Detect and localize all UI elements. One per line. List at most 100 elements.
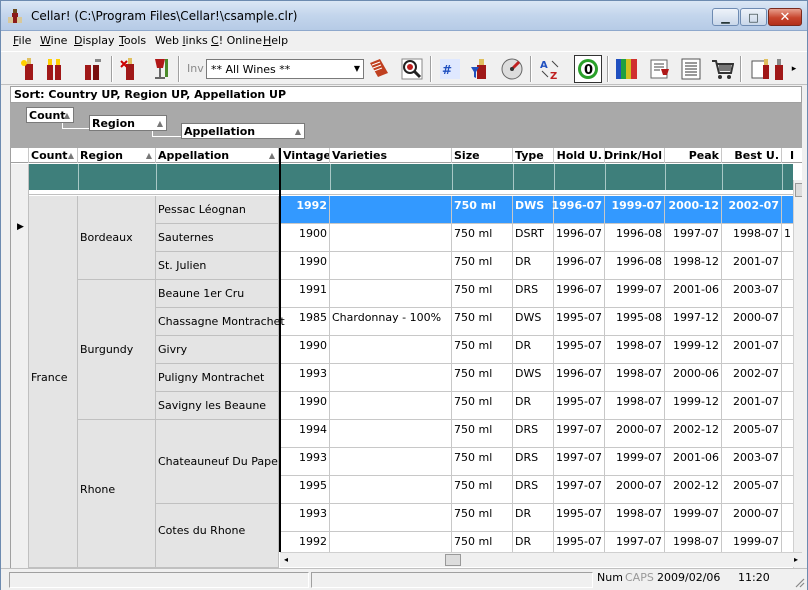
table-row[interactable]: 1990 750 ml DR 1996-07 1996-08 1998-12 2001-07 bbox=[281, 252, 793, 280]
cell-size[interactable]: 750 ml bbox=[452, 308, 513, 336]
column-header-overflow[interactable]: I bbox=[782, 148, 802, 163]
group-cell-country[interactable]: France bbox=[29, 196, 78, 568]
print-list-button[interactable] bbox=[677, 55, 705, 83]
cell-type[interactable]: DR bbox=[513, 504, 554, 532]
table-row-selected[interactable]: 1992 750 ml DWS 1996-07 1999-07 2000-12 2002-0… bbox=[281, 196, 793, 224]
cell-varieties[interactable] bbox=[330, 336, 452, 364]
column-header-best-until[interactable]: Best U. bbox=[722, 148, 782, 163]
cell-drink-hold[interactable]: 1998-07 bbox=[605, 336, 665, 364]
cell-type[interactable]: DRS bbox=[513, 280, 554, 308]
vertical-scroll-thumb[interactable] bbox=[795, 183, 802, 197]
cell-type[interactable]: DR bbox=[513, 252, 554, 280]
menu-c-online[interactable]: C! Online bbox=[211, 34, 262, 47]
cell-drink-hold[interactable]: 1995-08 bbox=[605, 308, 665, 336]
cell-hold-until[interactable]: 1996-07 bbox=[554, 252, 605, 280]
cell-varieties[interactable] bbox=[330, 280, 452, 308]
cell-drink-hold[interactable]: 2000-07 bbox=[605, 420, 665, 448]
group-cell-appellation[interactable]: Savigny les Beaune bbox=[156, 392, 279, 420]
edit-wine-button[interactable] bbox=[79, 55, 107, 83]
table-row[interactable]: 1993 750 ml DWS 1996-07 1998-07 2000-06 2002-0… bbox=[281, 364, 793, 392]
report-button[interactable] bbox=[365, 55, 393, 83]
multi-bottle-button[interactable] bbox=[43, 55, 71, 83]
group-cell-appellation[interactable]: Cotes du Rhone bbox=[156, 504, 279, 568]
tasting-notes-button[interactable] bbox=[645, 55, 673, 83]
resize-grip-icon[interactable] bbox=[793, 576, 805, 588]
cell-varieties[interactable] bbox=[330, 196, 452, 224]
cell-drink-hold[interactable]: 1996-08 bbox=[605, 252, 665, 280]
search-button[interactable] bbox=[398, 55, 426, 83]
cell-size[interactable]: 750 ml bbox=[452, 336, 513, 364]
menu-help[interactable]: Help bbox=[263, 34, 288, 47]
cell-overflow[interactable] bbox=[782, 280, 793, 308]
table-row[interactable]: 1993 750 ml DRS 1997-07 1999-07 2001-06 2003-0… bbox=[281, 448, 793, 476]
cell-size[interactable]: 750 ml bbox=[452, 224, 513, 252]
cell-peak[interactable]: 2000-12 bbox=[665, 196, 722, 224]
cell-best-until[interactable]: 1998-07 bbox=[722, 224, 782, 252]
cell-overflow[interactable] bbox=[782, 364, 793, 392]
cell-vintage[interactable]: 1994 bbox=[281, 420, 330, 448]
cell-vintage[interactable]: 1995 bbox=[281, 476, 330, 504]
group-cell-appellation[interactable]: Sauternes bbox=[156, 224, 279, 252]
table-row[interactable]: 1990 750 ml DR 1995-07 1998-07 1999-12 2001-07 bbox=[281, 336, 793, 364]
maximize-button[interactable]: □ bbox=[740, 8, 767, 26]
cell-size[interactable]: 750 ml bbox=[452, 448, 513, 476]
column-header-hold-until[interactable]: Hold U. bbox=[554, 148, 605, 163]
new-wine-button[interactable] bbox=[15, 55, 43, 83]
cell-hold-until[interactable]: 1995-07 bbox=[554, 392, 605, 420]
group-cell-appellation[interactable]: Givry bbox=[156, 336, 279, 364]
close-button[interactable]: ✕ bbox=[768, 8, 802, 26]
column-header-drink-hold[interactable]: Drink/Hol bbox=[605, 148, 665, 163]
column-header-count[interactable]: Count ▲ bbox=[29, 148, 78, 163]
cell-best-until[interactable]: 2001-07 bbox=[722, 392, 782, 420]
cell-peak[interactable]: 1998-12 bbox=[665, 252, 722, 280]
group-cell-appellation[interactable]: Pessac Léognan bbox=[156, 196, 279, 224]
title-bar[interactable]: Cellar! (C:\Program Files\Cellar!\csampl… bbox=[1, 1, 807, 31]
cell-vintage[interactable]: 1992 bbox=[281, 196, 330, 224]
cell-hold-until[interactable]: 1997-07 bbox=[554, 420, 605, 448]
group-cell-appellation[interactable]: Chassagne Montrachet bbox=[156, 308, 285, 336]
cell-hold-until[interactable]: 1997-07 bbox=[554, 448, 605, 476]
cell-type[interactable]: DR bbox=[513, 392, 554, 420]
cell-peak[interactable]: 2001-06 bbox=[665, 448, 722, 476]
cell-type[interactable]: DRS bbox=[513, 420, 554, 448]
cell-type[interactable]: DR bbox=[513, 336, 554, 364]
column-header-type[interactable]: Type bbox=[513, 148, 554, 163]
cell-drink-hold[interactable]: 2000-07 bbox=[605, 476, 665, 504]
cell-best-until[interactable]: 2000-07 bbox=[722, 504, 782, 532]
cell-hold-until[interactable]: 1996-07 bbox=[554, 224, 605, 252]
vertical-scrollbar[interactable]: ▼ bbox=[793, 180, 802, 568]
cell-varieties[interactable] bbox=[330, 224, 452, 252]
cell-best-until[interactable]: 2003-07 bbox=[722, 280, 782, 308]
column-header-region[interactable]: Region ▲ bbox=[78, 148, 156, 163]
cell-hold-until[interactable]: 1996-07 bbox=[554, 364, 605, 392]
cell-vintage[interactable]: 1993 bbox=[281, 504, 330, 532]
cell-overflow[interactable] bbox=[782, 420, 793, 448]
cell-size[interactable]: 750 ml bbox=[452, 252, 513, 280]
cell-best-until[interactable]: 2001-07 bbox=[722, 336, 782, 364]
cell-varieties[interactable]: Chardonnay - 100% bbox=[330, 308, 452, 336]
cell-peak[interactable]: 1997-07 bbox=[665, 224, 722, 252]
cell-varieties[interactable] bbox=[330, 504, 452, 532]
horizontal-scroll-thumb[interactable] bbox=[445, 554, 461, 566]
menu-web-links[interactable]: Web links bbox=[155, 34, 208, 47]
cell-varieties[interactable] bbox=[330, 476, 452, 504]
cell-drink-hold[interactable]: 1999-07 bbox=[605, 196, 665, 224]
cell-drink-hold[interactable]: 1998-07 bbox=[605, 504, 665, 532]
cell-type[interactable]: DRS bbox=[513, 448, 554, 476]
table-row[interactable]: 1995 750 ml DRS 1997-07 2000-07 2002-12 2005-0… bbox=[281, 476, 793, 504]
cell-overflow[interactable] bbox=[782, 504, 793, 532]
filter-button[interactable] bbox=[467, 55, 495, 83]
cell-peak[interactable]: 1999-12 bbox=[665, 392, 722, 420]
cell-best-until[interactable]: 2002-07 bbox=[722, 196, 782, 224]
cell-peak[interactable]: 2001-06 bbox=[665, 280, 722, 308]
cell-vintage[interactable]: 1900 bbox=[281, 224, 330, 252]
cell-peak[interactable]: 1999-07 bbox=[665, 504, 722, 532]
cell-size[interactable]: 750 ml bbox=[452, 420, 513, 448]
cell-overflow[interactable]: 1 bbox=[782, 224, 793, 252]
column-header-peak[interactable]: Peak bbox=[665, 148, 722, 163]
organize-button[interactable]: 0 bbox=[574, 55, 602, 83]
cell-type[interactable]: DWS bbox=[513, 196, 554, 224]
wine-small-button[interactable] bbox=[771, 55, 787, 83]
cell-varieties[interactable] bbox=[330, 252, 452, 280]
count-button[interactable]: # bbox=[436, 55, 464, 83]
